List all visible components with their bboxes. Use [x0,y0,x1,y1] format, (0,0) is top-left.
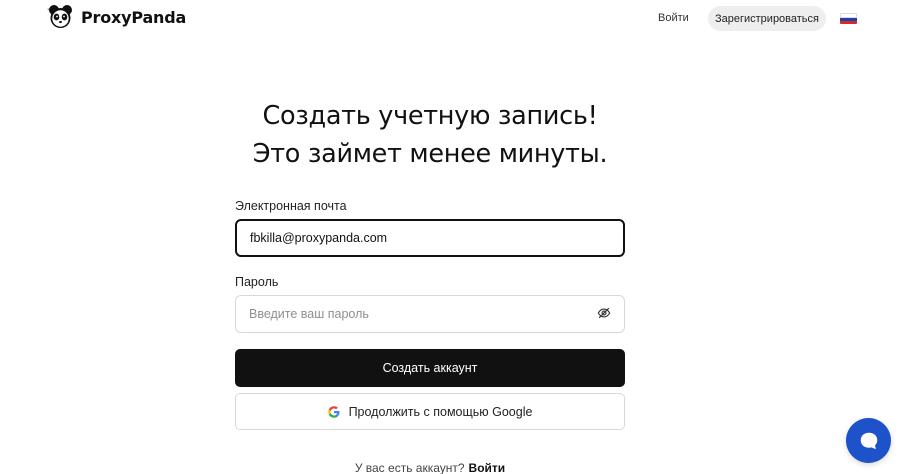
page-title: Создать учетную запись! Это займет менее… [0,97,860,173]
title-line-2: Это займет менее минуты. [252,139,608,169]
chat-widget-button[interactable] [846,418,891,463]
google-button-label: Продолжить с помощью Google [348,404,533,419]
password-field[interactable] [235,295,625,333]
password-label: Пароль [235,275,279,289]
login-prompt: У вас есть аккаунт? Войти [0,461,860,474]
eye-off-icon[interactable] [597,306,611,320]
create-account-button[interactable]: Создать аккаунт [235,349,625,387]
register-button[interactable]: Зарегистрироваться [708,6,826,31]
title-line-1: Создать учетную запись! [262,101,598,131]
top-header: ProxyPanda Войти Зарегистрироваться [0,0,900,38]
email-field[interactable] [235,219,625,257]
russian-flag-icon[interactable] [840,13,857,24]
footer-login-link[interactable]: Войти [469,461,506,474]
chat-bubble-icon [860,432,877,449]
panda-logo-icon [47,5,72,28]
brand-logo[interactable]: ProxyPanda [45,4,186,30]
have-account-text: У вас есть аккаунт? [354,461,465,474]
google-signin-button[interactable]: Продолжить с помощью Google [235,393,625,430]
email-label: Электронная почта [235,199,347,213]
google-icon [327,405,340,418]
header-login-link[interactable]: Войти [658,12,689,24]
brand-name: ProxyPanda [81,7,187,27]
